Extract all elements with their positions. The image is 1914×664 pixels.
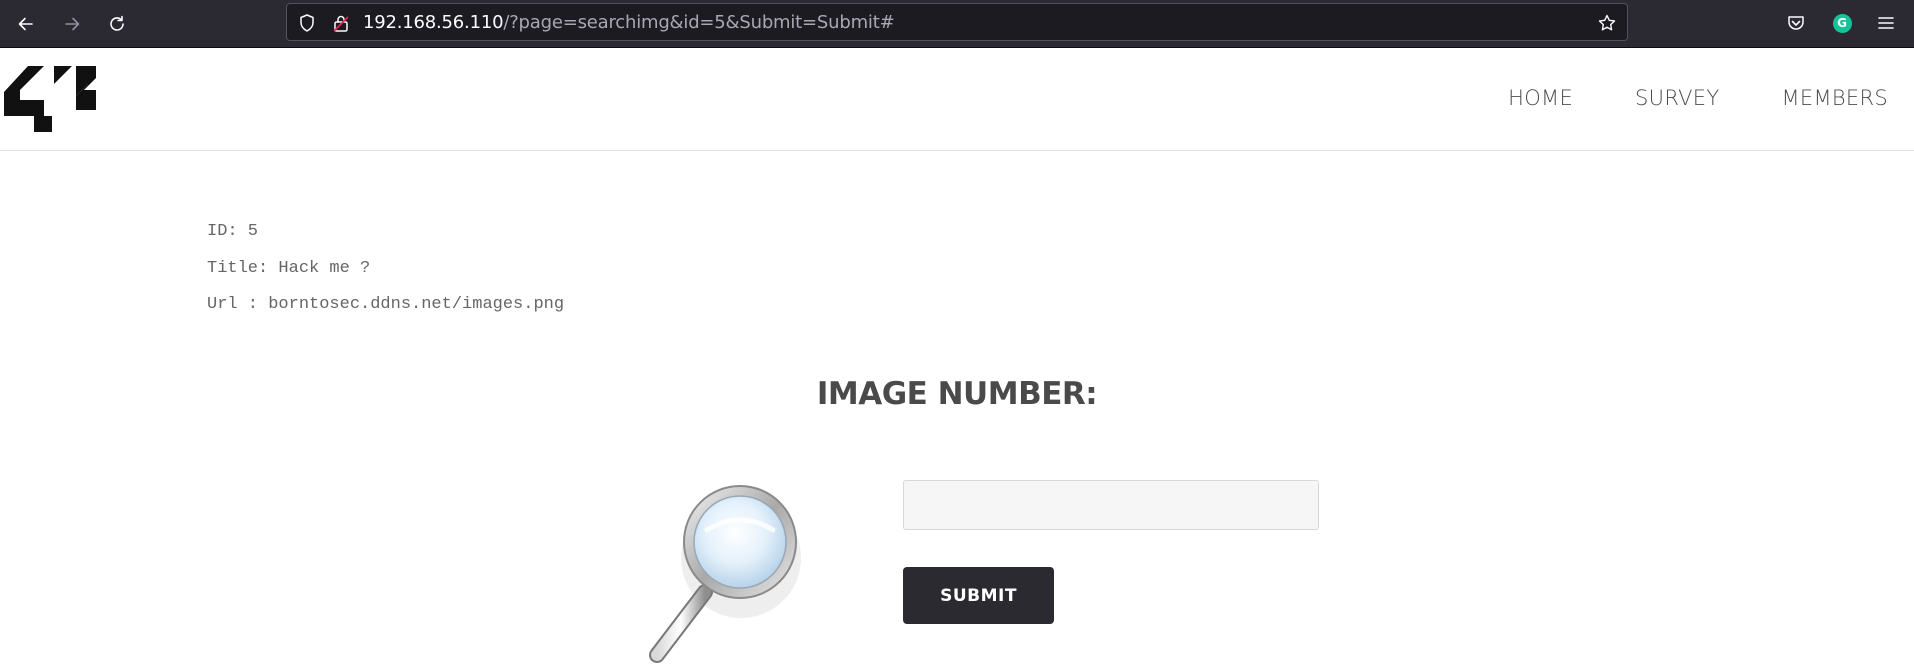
url-path: /?page=searchimg&id=5&Submit=Submit# bbox=[503, 12, 895, 33]
url-host: 192.168.56.110 bbox=[363, 12, 504, 33]
image-number-input[interactable] bbox=[903, 480, 1319, 530]
back-icon[interactable] bbox=[10, 8, 42, 40]
reload-icon[interactable] bbox=[101, 8, 133, 40]
site-header: HOME SURVEY MEMBERS bbox=[0, 48, 1914, 151]
forward-icon[interactable] bbox=[56, 8, 88, 40]
pocket-icon[interactable] bbox=[1784, 11, 1808, 35]
nav-survey[interactable]: SURVEY bbox=[1635, 86, 1719, 110]
grammarly-icon[interactable]: G bbox=[1830, 11, 1854, 35]
magnifier-icon bbox=[645, 480, 820, 664]
record-id: ID: 5 bbox=[207, 222, 259, 241]
nav-home[interactable]: HOME bbox=[1508, 86, 1573, 110]
search-heading: IMAGE NUMBER: bbox=[816, 376, 1098, 412]
address-bar[interactable]: 192.168.56.110/?page=searchimg&id=5&Subm… bbox=[286, 3, 1628, 41]
site-logo[interactable] bbox=[0, 66, 100, 150]
shield-icon[interactable] bbox=[297, 13, 317, 33]
image-record: ID: 5 Title: Hack me ? Url : borntosec.d… bbox=[207, 222, 564, 332]
record-title: Title: Hack me ? bbox=[207, 258, 371, 278]
main-nav: HOME SURVEY MEMBERS bbox=[1508, 86, 1888, 110]
grammarly-letter: G bbox=[1832, 13, 1852, 33]
star-icon[interactable] bbox=[1597, 13, 1617, 33]
record-url: Url : borntosec.ddns.net/images.png bbox=[207, 295, 565, 314]
lock-icon[interactable] bbox=[331, 13, 351, 33]
nav-members[interactable]: MEMBERS bbox=[1781, 86, 1888, 110]
submit-button[interactable]: SUBMIT bbox=[903, 567, 1054, 624]
menu-icon[interactable] bbox=[1874, 11, 1898, 35]
browser-toolbar: 192.168.56.110/?page=searchimg&id=5&Subm… bbox=[0, 0, 1914, 48]
url-text[interactable]: 192.168.56.110/?page=searchimg&id=5&Subm… bbox=[363, 12, 895, 33]
